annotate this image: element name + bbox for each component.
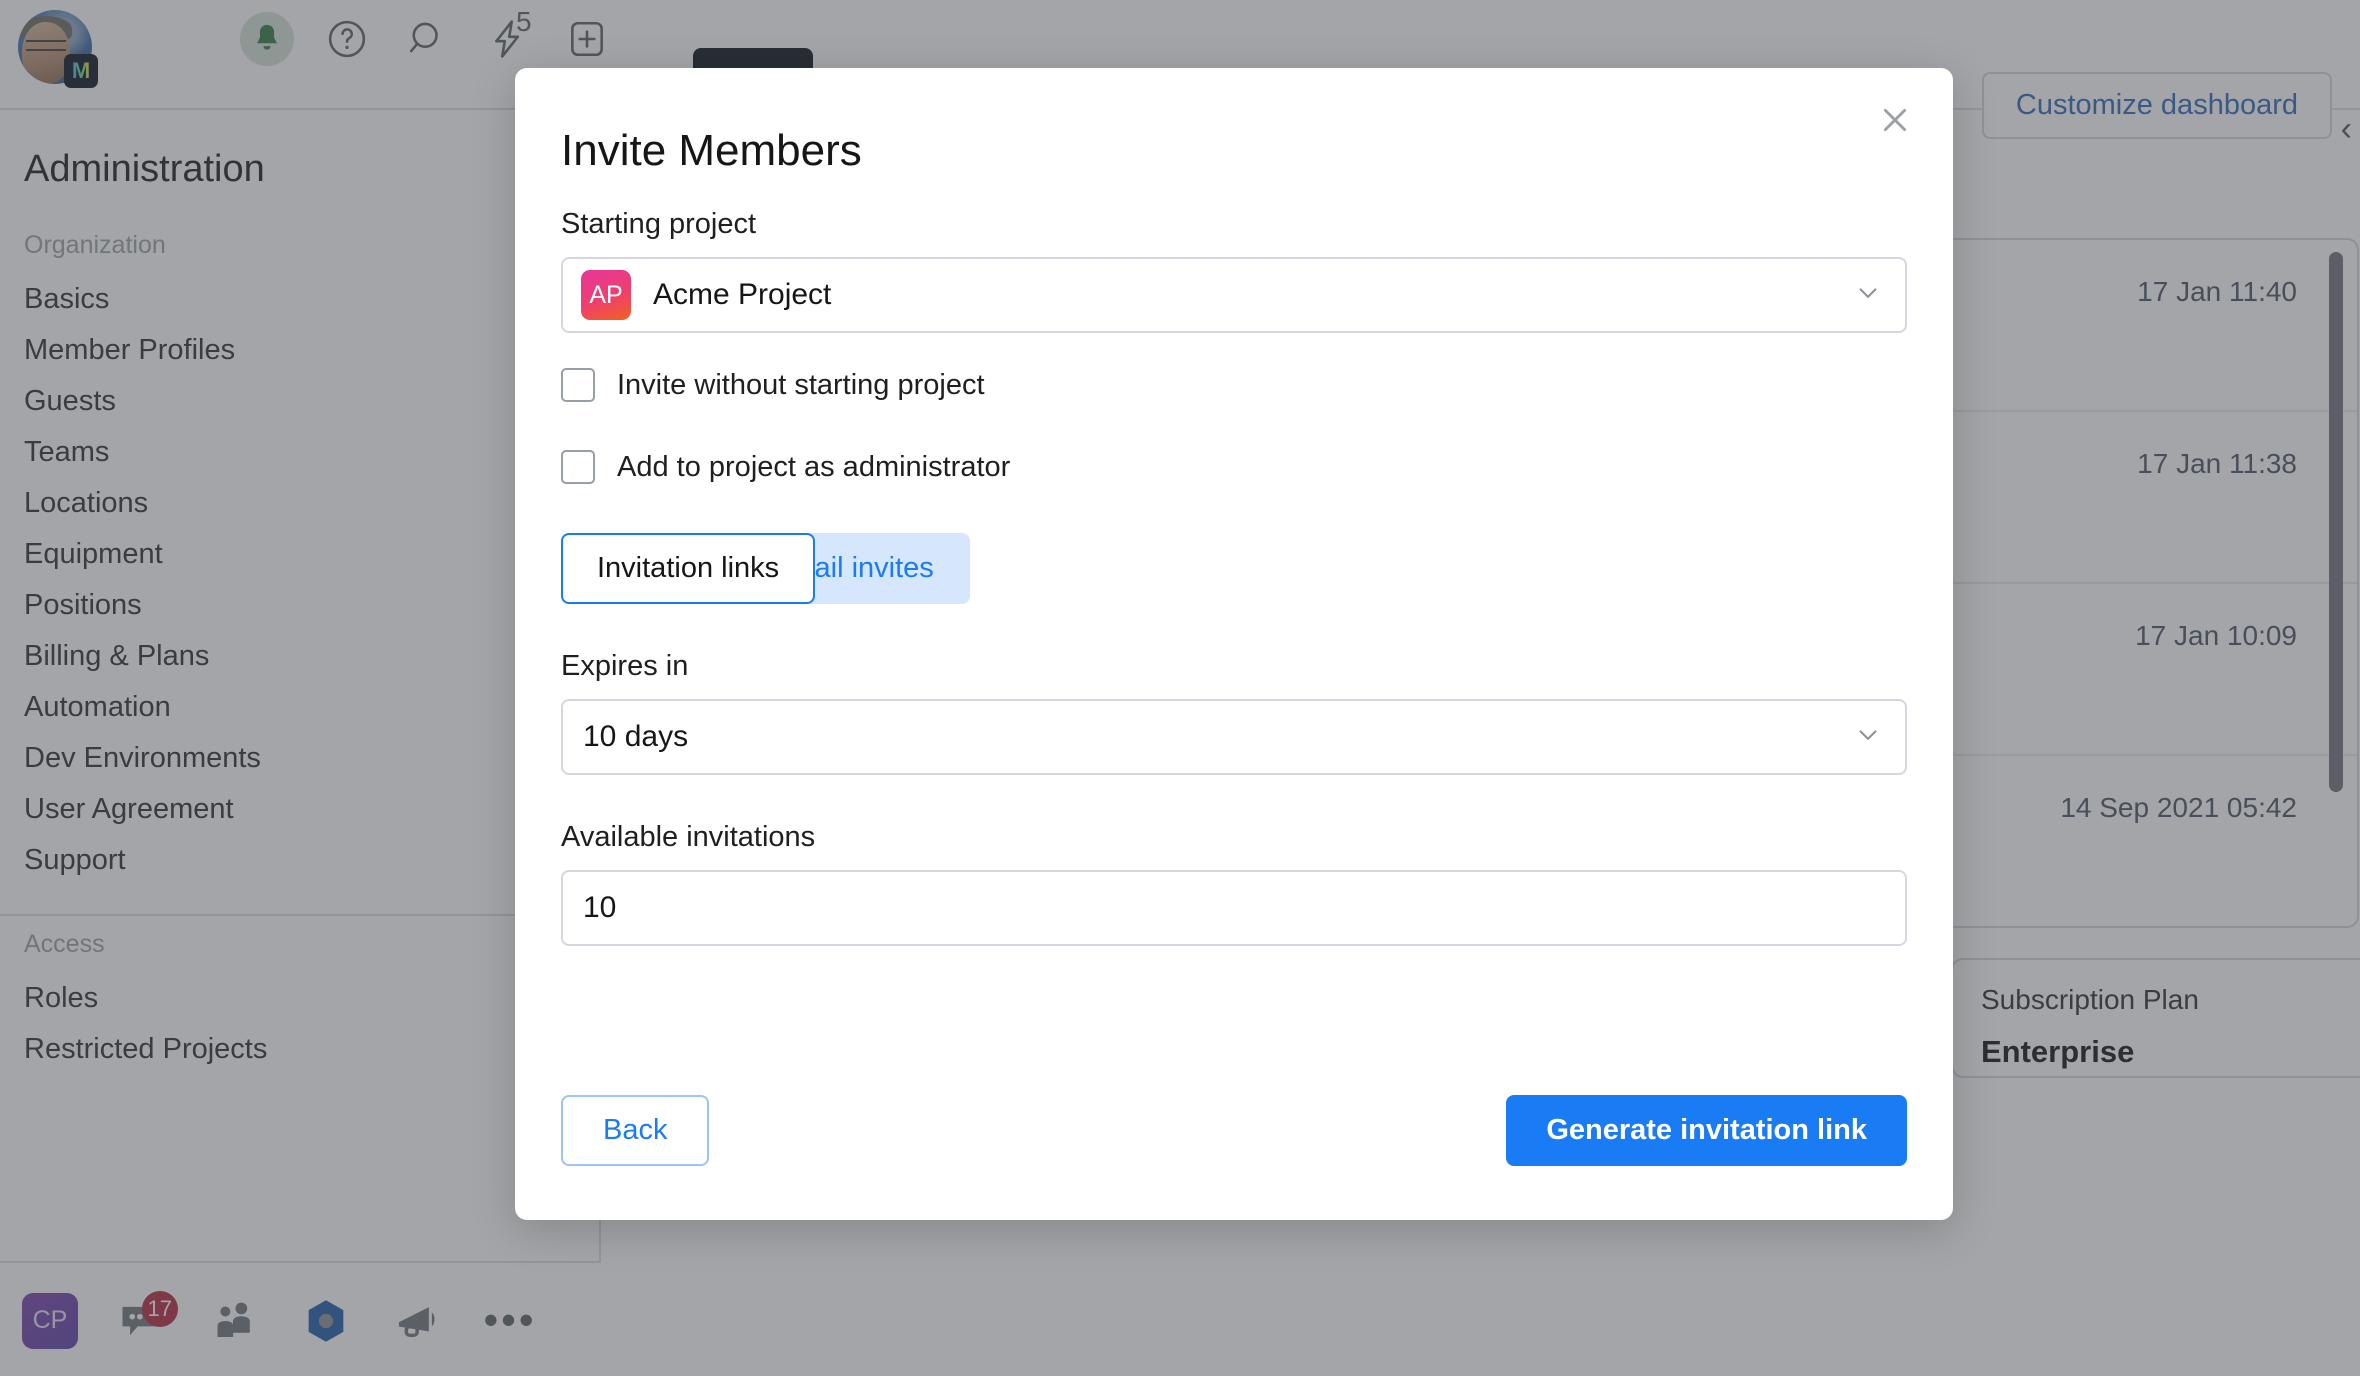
invite-mode-tabs: Email invites Invitation links bbox=[561, 533, 970, 604]
generate-invitation-link-button[interactable]: Generate invitation link bbox=[1506, 1095, 1907, 1166]
expires-in-label: Expires in bbox=[561, 650, 689, 682]
close-icon[interactable] bbox=[1867, 92, 1923, 148]
project-avatar-initials: AP bbox=[589, 280, 623, 309]
dialog-footer: Back Generate invitation link bbox=[561, 1095, 1907, 1166]
project-avatar: AP bbox=[581, 270, 631, 320]
expires-in-select[interactable]: 10 days bbox=[561, 699, 1907, 775]
dialog-body: Starting project AP Acme Project Invite … bbox=[561, 208, 1907, 946]
dialog-title: Invite Members bbox=[561, 126, 862, 175]
add-as-administrator-row[interactable]: Add to project as administrator bbox=[561, 437, 1907, 497]
chevron-down-icon bbox=[1853, 278, 1883, 313]
invite-without-project-checkbox[interactable] bbox=[561, 368, 595, 402]
back-button[interactable]: Back bbox=[561, 1095, 710, 1166]
available-invitations-label: Available invitations bbox=[561, 821, 816, 853]
add-as-administrator-checkbox[interactable] bbox=[561, 450, 595, 484]
add-as-administrator-label: Add to project as administrator bbox=[617, 450, 1011, 483]
starting-project-value: Acme Project bbox=[653, 278, 832, 311]
expires-in-value: 10 days bbox=[583, 720, 689, 753]
available-invitations-input[interactable]: 10 bbox=[561, 870, 1907, 946]
app-root: M bbox=[0, 0, 2360, 1376]
chevron-down-icon bbox=[1853, 720, 1883, 755]
starting-project-select[interactable]: AP Acme Project bbox=[561, 257, 1907, 333]
invite-without-project-label: Invite without starting project bbox=[617, 368, 985, 401]
invite-without-project-row[interactable]: Invite without starting project bbox=[561, 355, 1907, 415]
starting-project-label: Starting project bbox=[561, 208, 757, 240]
invite-members-dialog: Invite Members Starting project AP Acme … bbox=[515, 68, 1953, 1220]
tab-invitation-links[interactable]: Invitation links bbox=[561, 533, 816, 604]
